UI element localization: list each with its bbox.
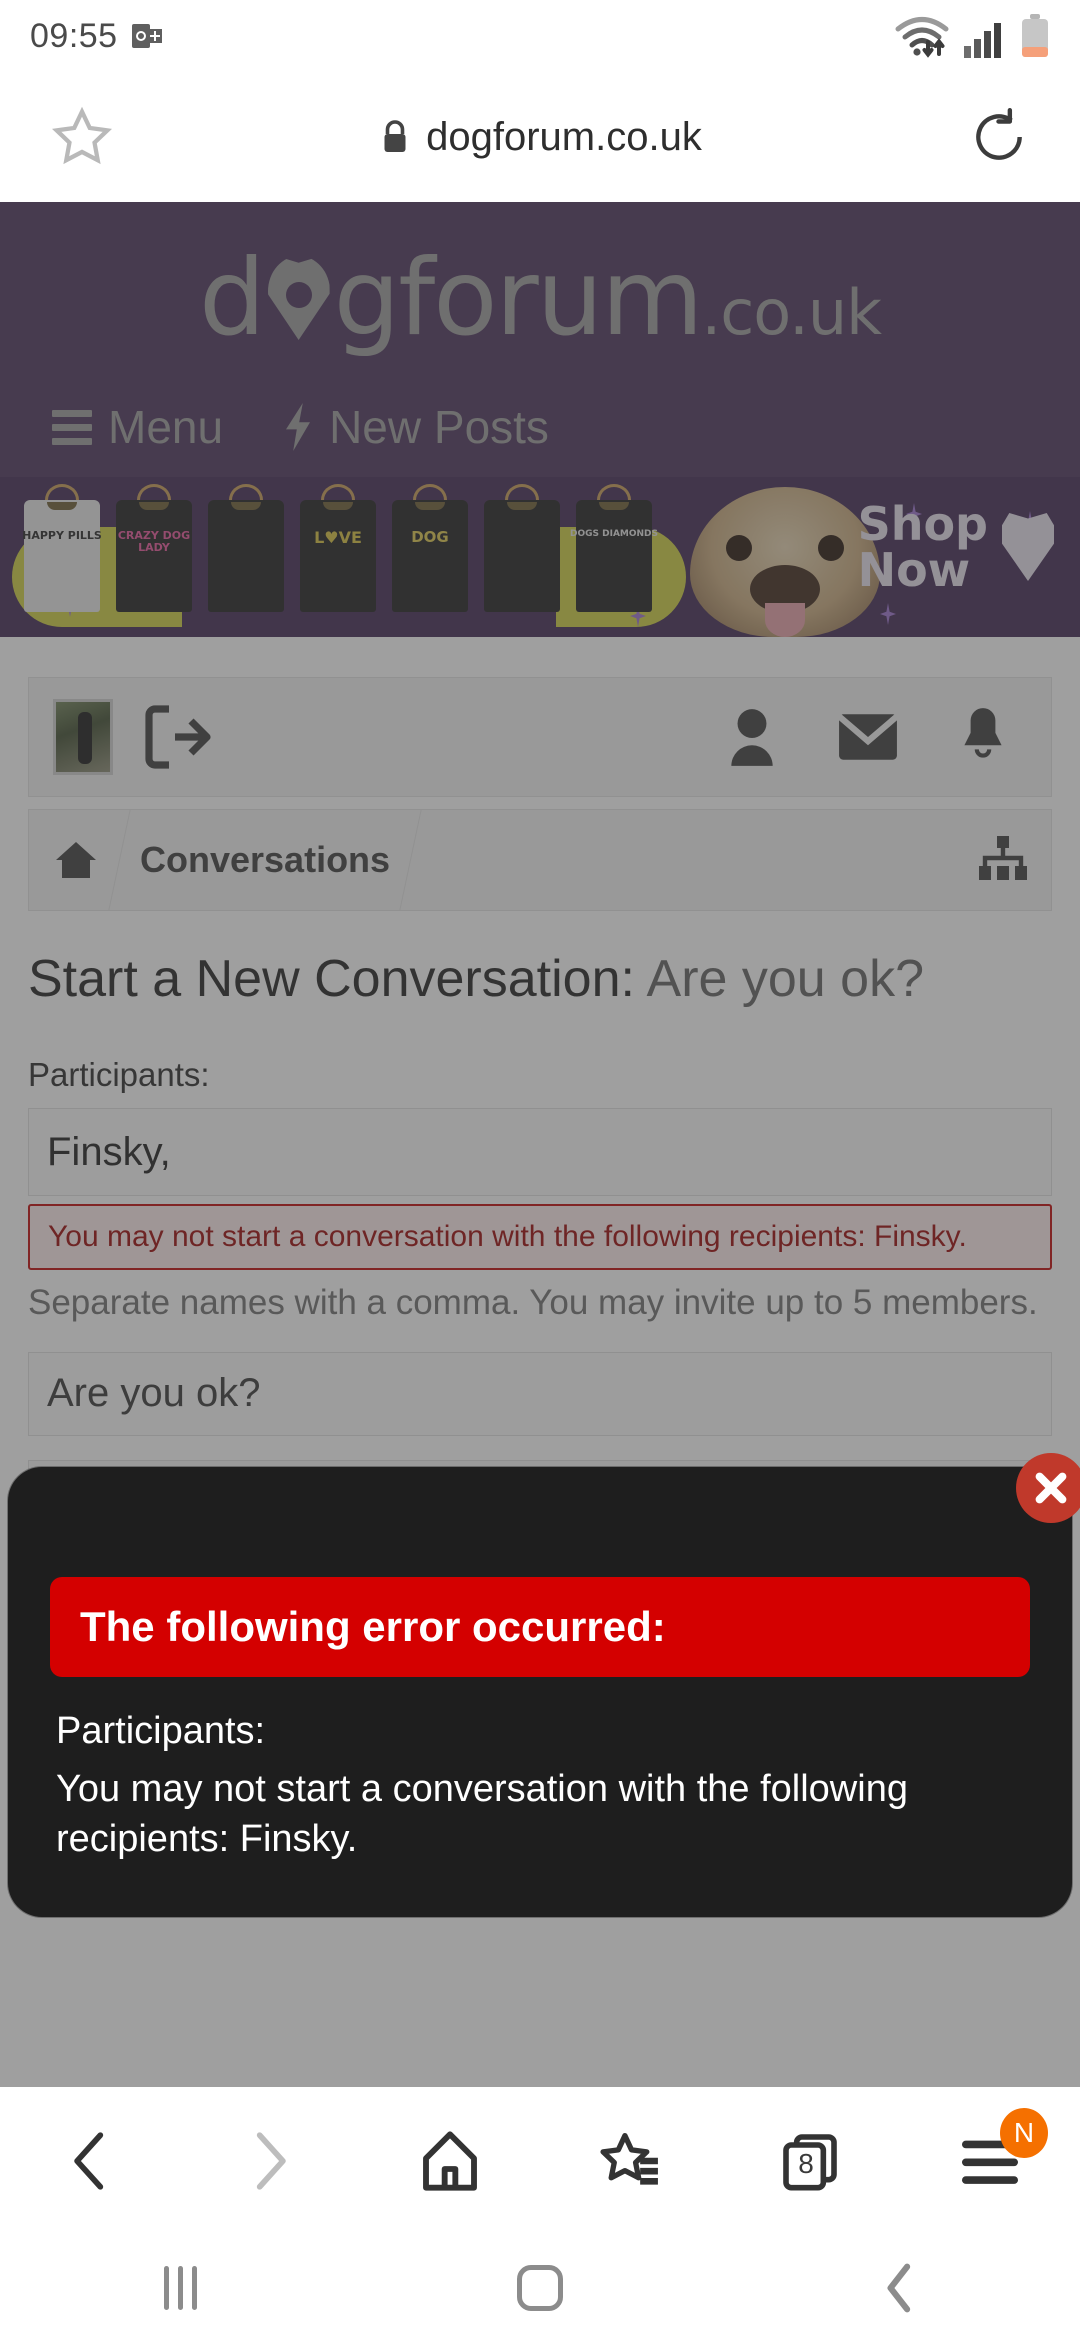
error-dialog-header-text: The following error occurred: <box>80 1603 666 1650</box>
error-dialog: The following error occurred: Participan… <box>8 1453 1080 1917</box>
browser-menu-badge: N <box>1000 2108 1048 2158</box>
recents-icon <box>163 2265 197 2310</box>
phone-screen: 09:55 dogforum.co.uk The following error… <box>0 0 1080 2340</box>
android-back-button[interactable] <box>840 2233 960 2340</box>
signal-icon <box>964 23 1001 58</box>
error-dialog-header: The following error occurred: <box>50 1577 1030 1677</box>
reload-icon[interactable] <box>968 106 1030 168</box>
browser-url-bar: dogforum.co.uk <box>0 72 1080 202</box>
browser-bookmarks-button[interactable] <box>570 2106 690 2216</box>
browser-menu-button[interactable]: N <box>930 2106 1050 2216</box>
wifi-icon <box>895 17 949 58</box>
status-clock: 09:55 <box>30 16 118 55</box>
back-chevron-icon <box>887 2263 911 2312</box>
close-icon[interactable] <box>1016 1453 1080 1523</box>
outlook-icon <box>131 21 162 51</box>
browser-tabs-button[interactable]: 8 <box>750 2106 870 2216</box>
url-text: dogforum.co.uk <box>426 114 702 159</box>
lock-icon <box>384 120 406 152</box>
android-recents-button[interactable] <box>120 2233 240 2340</box>
android-home-button[interactable] <box>480 2233 600 2340</box>
browser-home-button[interactable] <box>390 2106 510 2216</box>
star-icon[interactable] <box>50 105 114 169</box>
url-display[interactable]: dogforum.co.uk <box>114 115 968 160</box>
error-dialog-body: Participants: You may not start a conver… <box>8 1677 1072 1864</box>
browser-back-button[interactable] <box>30 2106 150 2216</box>
android-nav-bar <box>0 2235 1080 2340</box>
error-message: You may not start a conversation with th… <box>56 1768 908 1861</box>
status-bar: 09:55 <box>0 0 1080 72</box>
browser-bottom-bar: 8 N <box>0 2087 1080 2235</box>
error-field-label: Participants: <box>56 1710 266 1752</box>
browser-tab-count: 8 <box>798 2148 814 2179</box>
battery-icon <box>1022 14 1048 57</box>
status-bar-left: 09:55 <box>30 17 162 56</box>
home-square-icon <box>517 2264 563 2311</box>
browser-forward-button[interactable] <box>210 2106 330 2216</box>
status-bar-right <box>894 14 1050 58</box>
